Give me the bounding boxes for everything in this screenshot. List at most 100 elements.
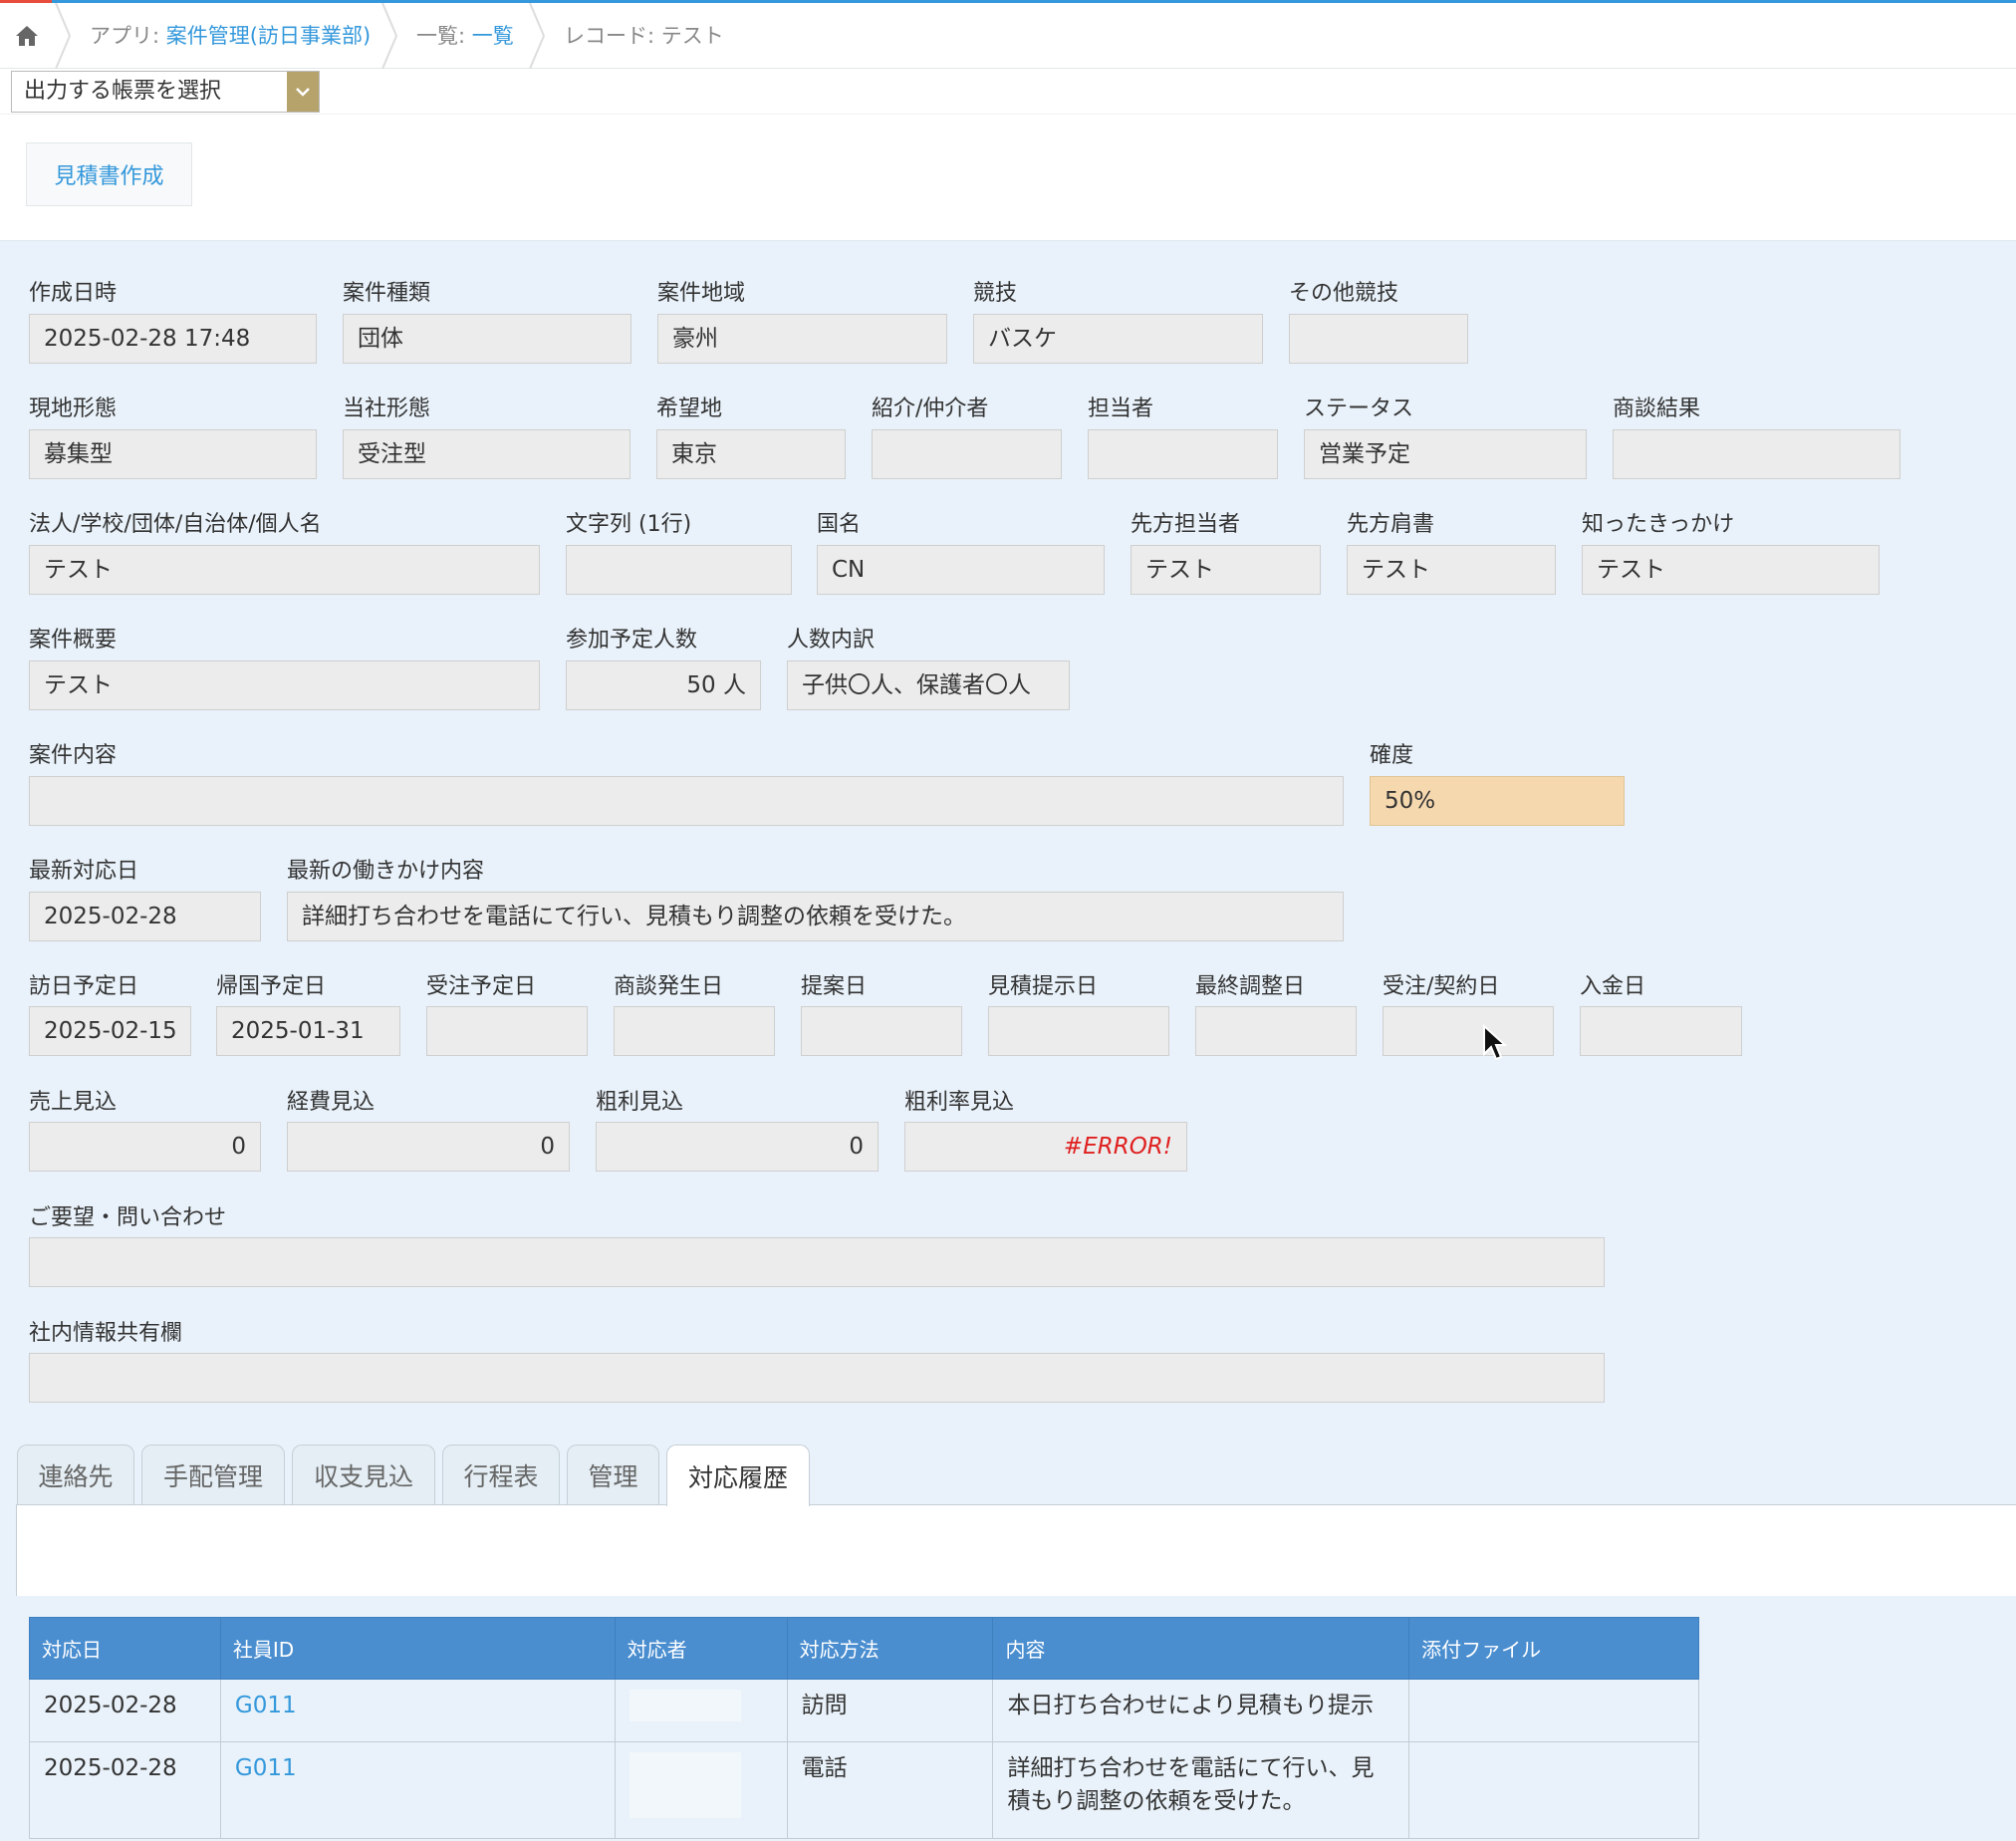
breadcrumb-app[interactable]: アプリ: 案件管理(訪日事業部): [90, 3, 371, 69]
table-row: 2025-02-28 G011 電話 詳細打ち合わせを電話にて行い、見積もり調整…: [29, 1741, 1699, 1839]
label-certainty: 確度: [1370, 743, 1414, 768]
label-cost-forecast: 経費見込: [287, 1090, 376, 1115]
breadcrumb-list-link[interactable]: 一覧: [472, 24, 514, 48]
cell-responder: [614, 1679, 788, 1742]
label-return-date: 帰国予定日: [216, 974, 327, 999]
tab-history[interactable]: 対応履歴: [666, 1445, 810, 1506]
field-quote-date: [988, 1006, 1169, 1056]
field-certainty: 50%: [1370, 776, 1625, 826]
field-how-known: テスト: [1582, 545, 1880, 595]
field-contract-date: [1383, 1006, 1554, 1056]
label-created-at: 作成日時: [29, 281, 118, 306]
report-select-value: 出力する帳票を選択: [24, 79, 222, 104]
tab-panel: [16, 1504, 2016, 1596]
label-text-line: 文字列 (1行): [566, 512, 692, 537]
breadcrumb-record: レコード: テスト: [564, 3, 724, 69]
field-negotiation-date: [614, 1006, 775, 1056]
field-case-region: 豪州: [657, 314, 947, 364]
field-final-adjust-date: [1195, 1006, 1357, 1056]
field-client-title: テスト: [1347, 545, 1556, 595]
tab-contacts[interactable]: 連絡先: [17, 1445, 134, 1504]
report-select[interactable]: 出力する帳票を選択: [11, 71, 320, 113]
tab-management[interactable]: 管理: [567, 1445, 659, 1504]
field-case-type: 団体: [343, 314, 631, 364]
header-content: 内容: [992, 1617, 1410, 1680]
cell-responder: [614, 1741, 788, 1839]
label-introducer: 紹介/仲介者: [872, 396, 989, 421]
field-payment-date: [1580, 1006, 1742, 1056]
label-proposal-date: 提案日: [801, 974, 868, 999]
label-latest-action: 最新の働きかけ内容: [287, 859, 485, 884]
field-local-form: 募集型: [29, 429, 317, 479]
breadcrumb-record-prefix: レコード:: [564, 24, 661, 48]
label-payment-date: 入金日: [1580, 974, 1646, 999]
employee-id-link[interactable]: G011: [235, 1693, 297, 1718]
employee-id-link[interactable]: G011: [235, 1755, 297, 1781]
label-final-adjust-date: 最終調整日: [1195, 974, 1306, 999]
table-header-row: 対応日 社員ID 対応者 対応方法 内容 添付ファイル: [29, 1617, 1699, 1680]
tab-itinerary[interactable]: 行程表: [442, 1445, 560, 1504]
field-negotiation-result: [1613, 429, 1900, 479]
field-requests: [29, 1237, 1605, 1287]
create-estimate-button[interactable]: 見積書作成: [26, 142, 192, 206]
chevron-down-icon[interactable]: [287, 72, 319, 112]
label-sales-forecast: 売上見込: [29, 1090, 118, 1115]
cell-attachment: [1408, 1679, 1699, 1742]
breadcrumb-list[interactable]: 一覧: 一覧: [416, 3, 514, 69]
label-client-contact: 先方担当者: [1131, 512, 1241, 537]
cell-employee-id: G011: [219, 1679, 616, 1742]
field-participants: 50 人: [566, 660, 761, 710]
cell-method: 電話: [786, 1741, 994, 1839]
redacted-responder: [629, 1690, 741, 1721]
label-contract-date: 受注/契約日: [1383, 974, 1500, 999]
cell-date: 2025-02-28: [29, 1679, 221, 1742]
label-how-known: 知ったきっかけ: [1582, 512, 1735, 537]
cell-employee-id: G011: [219, 1741, 616, 1839]
header-attachment: 添付ファイル: [1408, 1617, 1699, 1680]
cell-date: 2025-02-28: [29, 1741, 221, 1839]
field-created-at: 2025-02-28 17:48: [29, 314, 317, 364]
header-employee-id: 社員ID: [219, 1617, 616, 1680]
label-case-content: 案件内容: [29, 743, 118, 768]
tab-budget[interactable]: 収支見込: [292, 1445, 435, 1504]
breadcrumb-app-link[interactable]: 案件管理(訪日事業部): [166, 24, 371, 48]
label-order-planned-date: 受注予定日: [426, 974, 537, 999]
field-cost-forecast: 0: [287, 1122, 570, 1172]
field-profit-forecast: 0: [596, 1122, 879, 1172]
history-table: 対応日 社員ID 対応者 対応方法 内容 添付ファイル 2025-02-28 G…: [29, 1617, 1699, 1839]
label-profit-rate-forecast: 粗利率見込: [904, 1090, 1015, 1115]
label-participants-breakdown: 人数内訳: [787, 628, 876, 653]
field-proposal-date: [801, 1006, 962, 1056]
field-profit-rate-forecast: #ERROR!: [904, 1122, 1187, 1172]
field-other-sport: [1289, 314, 1468, 364]
field-our-form: 受注型: [343, 429, 630, 479]
header-responder: 対応者: [614, 1617, 788, 1680]
label-negotiation-result: 商談結果: [1613, 396, 1701, 421]
label-case-summary: 案件概要: [29, 628, 118, 653]
field-return-date: 2025-01-31: [216, 1006, 400, 1056]
breadcrumb: アプリ: 案件管理(訪日事業部) 一覧: 一覧 レコード: テスト: [0, 3, 2016, 69]
label-visit-date: 訪日予定日: [29, 974, 139, 999]
home-icon[interactable]: [12, 21, 42, 51]
field-latest-date: 2025-02-28: [29, 892, 261, 941]
header-date: 対応日: [29, 1617, 221, 1680]
field-client-contact: テスト: [1131, 545, 1321, 595]
label-desired-place: 希望地: [656, 396, 723, 421]
field-participants-breakdown: 子供〇人、保護者〇人: [787, 660, 1070, 710]
tab-arrangements[interactable]: 手配管理: [141, 1445, 285, 1504]
breadcrumb-app-prefix: アプリ:: [90, 24, 166, 48]
cell-content: 本日打ち合わせにより見積もり提示: [992, 1679, 1410, 1742]
label-participants: 参加予定人数: [566, 628, 698, 653]
label-our-form: 当社形態: [343, 396, 431, 421]
field-sport: バスケ: [973, 314, 1263, 364]
label-status: ステータス: [1304, 396, 1414, 421]
field-introducer: [872, 429, 1062, 479]
cell-method: 訪問: [786, 1679, 994, 1742]
label-person-in-charge: 担当者: [1088, 396, 1154, 421]
label-profit-forecast: 粗利見込: [596, 1090, 684, 1115]
field-visit-date: 2025-02-15: [29, 1006, 191, 1056]
label-client-title: 先方肩書: [1347, 512, 1435, 537]
header-method: 対応方法: [786, 1617, 994, 1680]
field-person-in-charge: [1088, 429, 1278, 479]
field-org-name: テスト: [29, 545, 540, 595]
